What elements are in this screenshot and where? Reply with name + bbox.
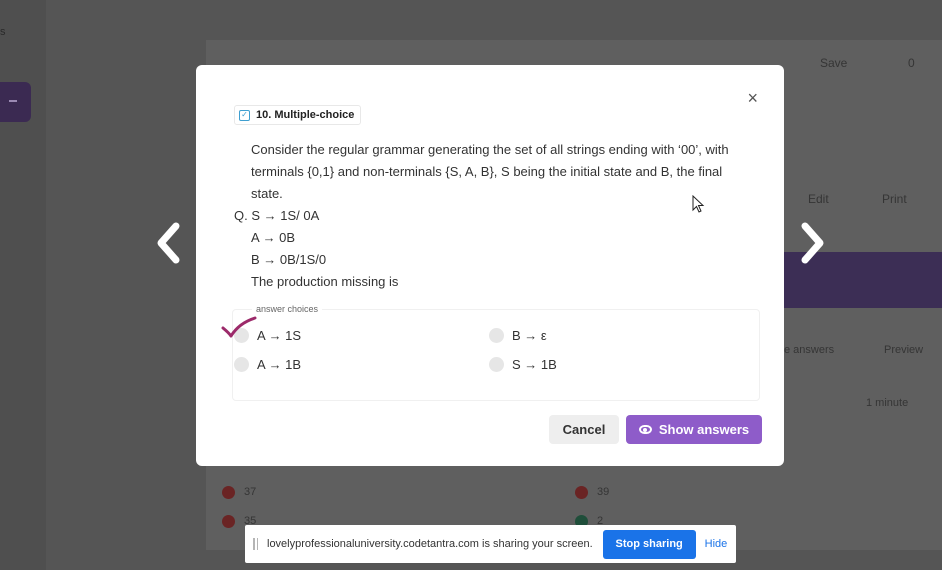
question-production-a: A → 0B [251, 230, 296, 245]
question-prompt: The production missing is [251, 274, 399, 289]
choice-option-4[interactable]: S → 1B [489, 357, 557, 372]
background-edit-label: Edit [808, 192, 829, 206]
question-type-badge: ✓ 10. Multiple-choice [234, 105, 362, 125]
sharing-message: lovelyprofessionaluniversity.codetantra.… [267, 538, 593, 550]
choice-label: B → ε [512, 328, 547, 343]
background-legend-value: 37 [244, 486, 257, 498]
cancel-button[interactable]: Cancel [549, 415, 619, 444]
background-legend-value: 39 [597, 486, 610, 498]
choice-label: S → 1B [512, 357, 557, 372]
answer-choices-box [232, 309, 760, 401]
answer-choices-label: answer choices [252, 304, 323, 314]
background-legend-dot [575, 486, 588, 499]
background-preview-label: Preview [884, 344, 924, 356]
question-paragraph: Consider the regular grammar generating … [251, 142, 729, 201]
background-sidebar-label: s [0, 26, 6, 38]
background-print-label: Print [882, 192, 907, 206]
chevron-right-icon [801, 222, 824, 264]
radio-button[interactable] [234, 357, 249, 372]
background-count: 0 [908, 56, 915, 70]
radio-button[interactable] [489, 328, 504, 343]
mouse-cursor-icon [692, 195, 705, 213]
background-legend-dot [222, 486, 235, 499]
radio-button[interactable] [489, 357, 504, 372]
background-sidebar-active-item [0, 82, 31, 122]
background-answers-label: e answers [784, 344, 835, 356]
question-production-s: Q. S → 1S/ 0A [234, 208, 320, 223]
question-type-label: 10. Multiple-choice [256, 109, 355, 121]
stop-sharing-button[interactable]: Stop sharing [602, 529, 696, 559]
drag-handle-icon[interactable] [253, 538, 258, 550]
handwritten-tick-mark [221, 316, 257, 338]
close-icon[interactable]: × [747, 89, 758, 107]
show-answers-button[interactable]: Show answers [626, 415, 762, 444]
screen-sharing-bar: lovelyprofessionaluniversity.codetantra.… [245, 525, 736, 563]
background-sidebar: s [0, 0, 46, 570]
question-text: Consider the regular grammar generating … [232, 139, 752, 293]
background-legend-dot [222, 515, 235, 528]
question-production-b: B → 0B/1S/0 [251, 252, 327, 267]
next-question-arrow[interactable] [797, 222, 827, 264]
show-answers-label: Show answers [658, 422, 750, 437]
choice-option-2[interactable]: B → ε [489, 328, 547, 343]
chevron-left-icon [157, 222, 180, 264]
choice-option-3[interactable]: A → 1B [234, 357, 301, 372]
question-preview-modal: × ✓ 10. Multiple-choice Consider the reg… [196, 65, 784, 466]
choice-label: A → 1S [257, 328, 302, 343]
previous-question-arrow[interactable] [154, 222, 184, 264]
background-save-label: Save [820, 56, 848, 70]
background-time-label: 1 minute [866, 397, 909, 409]
hide-link[interactable]: Hide [705, 538, 728, 550]
eye-icon [638, 425, 652, 434]
choice-label: A → 1B [257, 357, 302, 372]
checkbox-icon: ✓ [239, 109, 250, 121]
